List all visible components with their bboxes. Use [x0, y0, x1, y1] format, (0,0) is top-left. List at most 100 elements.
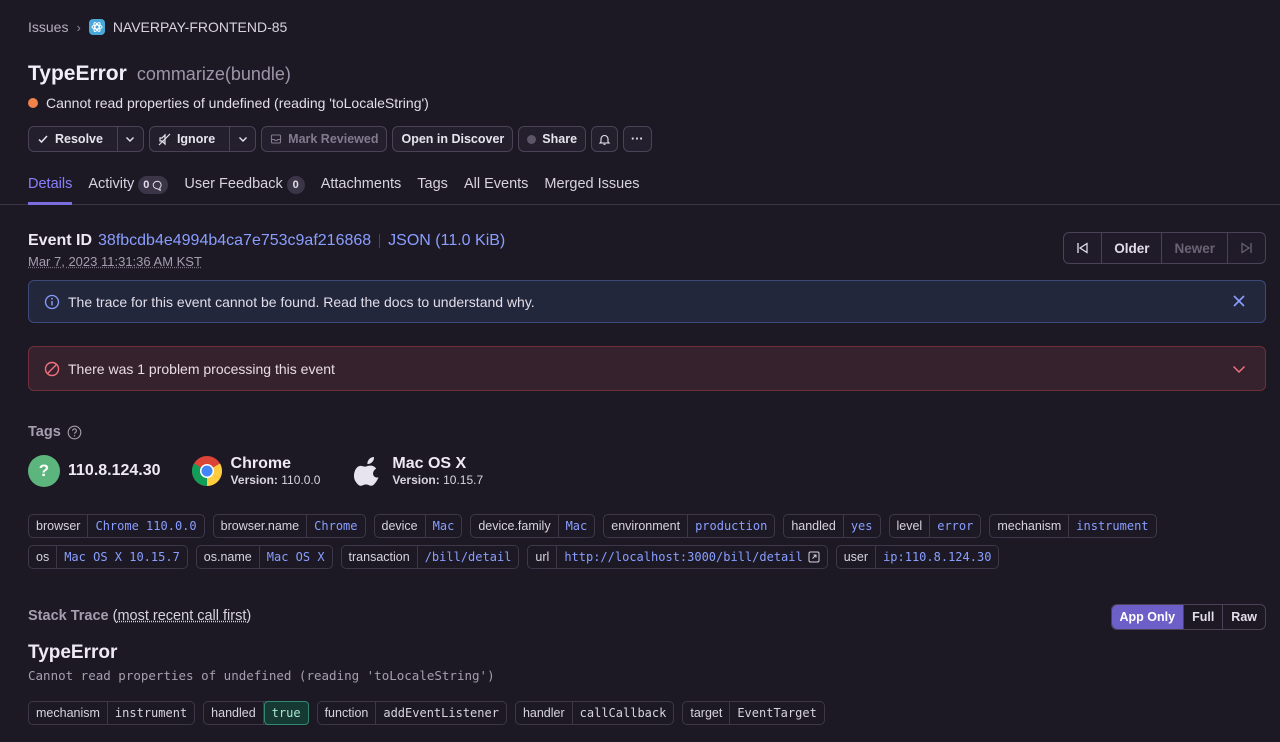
raw-button[interactable]: Raw: [1222, 605, 1265, 629]
tab-user-feedback[interactable]: User Feedback 0: [184, 172, 305, 205]
older-event-button[interactable]: Older: [1101, 233, 1161, 263]
tab-attachments[interactable]: Attachments: [321, 172, 402, 205]
info-icon: [44, 294, 60, 309]
event-json-link[interactable]: JSON (11.0 KiB): [388, 232, 505, 250]
tags-title-text: Tags: [28, 424, 61, 440]
os-summary-text: Mac OS X Version: 10.15.7: [392, 455, 483, 487]
first-event-button[interactable]: [1064, 233, 1101, 263]
chevron-down-icon[interactable]: [1231, 361, 1247, 380]
breadcrumb-issues-link[interactable]: Issues: [28, 19, 68, 35]
issue-title: TypeError commarize(bundle): [28, 62, 291, 86]
processing-error-text: There was 1 problem processing this even…: [68, 360, 335, 377]
tag-mechanism[interactable]: mechanism instrument: [989, 514, 1157, 538]
mute-icon: [158, 133, 171, 145]
share-label: Share: [542, 132, 578, 146]
chrome-icon: [191, 456, 222, 486]
subscribe-button[interactable]: [591, 126, 619, 152]
mark-reviewed-button[interactable]: Mark Reviewed: [261, 126, 388, 152]
inbox-icon: [271, 134, 282, 144]
os-name: Mac OS X: [392, 455, 467, 472]
project-platform-icon: [88, 19, 105, 35]
tag-key: browser: [29, 515, 89, 537]
os-version-line: Version: 10.15.7: [392, 473, 483, 487]
tag-url[interactable]: url http://localhost:3000/bill/detail: [527, 545, 828, 569]
chevron-down-icon: [126, 137, 135, 142]
full-button[interactable]: Full: [1183, 605, 1222, 629]
tag-value: instrument: [114, 706, 188, 720]
more-actions-button[interactable]: ···: [623, 126, 652, 152]
handled-tag[interactable]: handled true: [203, 701, 309, 725]
tag-value: true: [263, 701, 309, 725]
tag-browser-name[interactable]: browser.name Chrome: [212, 514, 366, 538]
tab-details[interactable]: Details: [28, 172, 73, 205]
event-navigation: Older Newer: [1063, 232, 1266, 264]
tab-label: User Feedback: [184, 176, 283, 192]
tag-key: device.family: [471, 515, 559, 537]
latest-event-button[interactable]: [1227, 233, 1265, 263]
tab-tags[interactable]: Tags: [417, 172, 448, 205]
tag-key: environment: [604, 515, 689, 537]
tag-url-value: http://localhost:3000/bill/detail: [557, 546, 826, 568]
tag-key: mechanism: [29, 702, 108, 724]
tag-os[interactable]: os Mac OS X 10.15.7: [28, 545, 188, 569]
trace-info-alert: The trace for this event cannot be found…: [28, 280, 1266, 323]
resolve-dropdown-button[interactable]: [116, 127, 143, 151]
user-summary: ? 110.8.124.30: [28, 455, 161, 487]
unknown-user-icon: ?: [28, 455, 60, 487]
tag-device-family[interactable]: device.family Mac: [470, 514, 596, 538]
tag-key: transaction: [342, 546, 418, 568]
tag-key: handled: [204, 702, 264, 724]
stack-view-toggle: App Only Full Raw: [1110, 604, 1266, 630]
external-link-icon[interactable]: [808, 551, 820, 563]
handler-tag[interactable]: handler callCallback: [514, 701, 675, 725]
help-icon[interactable]: [67, 425, 82, 440]
browser-summary: Chrome Version: 110.0.0: [191, 455, 320, 487]
user-feedback-count-badge: 0: [286, 176, 305, 194]
processing-error-alert[interactable]: There was 1 problem processing this even…: [28, 346, 1266, 391]
stack-order-wrapper: (most recent call first): [112, 608, 252, 624]
tag-handled[interactable]: handled yes: [783, 514, 881, 538]
tag-transaction[interactable]: transaction/bill/detail: [340, 545, 520, 569]
check-icon: [38, 135, 48, 144]
exception-block: TypeError Cannot read properties of unde…: [28, 642, 495, 683]
share-button[interactable]: Share: [518, 126, 587, 152]
tag-value: Mac: [565, 519, 588, 533]
resolve-button[interactable]: Resolve: [29, 127, 111, 151]
issue-header: Issues › NAVERPAY-FRONTEND-85 TypeError …: [0, 0, 1280, 205]
target-tag[interactable]: target EventTarget: [682, 701, 825, 725]
tag-value: yes: [850, 519, 873, 533]
tag-key: function: [318, 702, 377, 724]
close-icon[interactable]: [1231, 293, 1247, 312]
ignore-dropdown-button[interactable]: [229, 127, 255, 151]
activity-count-badge: 0: [138, 176, 169, 194]
more-actions-label: ···: [631, 132, 644, 146]
tag-environment[interactable]: environment production: [603, 514, 776, 538]
open-in-discover-button[interactable]: Open in Discover: [392, 126, 514, 152]
app-only-button[interactable]: App Only: [1111, 605, 1184, 629]
tag-key: handler: [516, 702, 573, 724]
event-header: Event ID 38fbcdb4e4994b4ca7e753c9af21686…: [28, 232, 505, 269]
tag-key: user: [837, 546, 877, 568]
tags-section-title: Tags: [28, 424, 82, 440]
function-tag[interactable]: function addEventListener: [316, 701, 507, 725]
tab-activity[interactable]: Activity 0: [88, 172, 169, 205]
tab-all-events[interactable]: All Events: [464, 172, 528, 205]
os-version: 10.15.7: [443, 473, 484, 487]
tab-merged-issues[interactable]: Merged Issues: [544, 172, 639, 205]
mechanism-tag[interactable]: mechanism instrument: [28, 701, 196, 725]
breadcrumb-project[interactable]: NAVERPAY-FRONTEND-85: [113, 19, 288, 35]
tag-device[interactable]: device Mac: [373, 514, 463, 538]
resolve-button-group: Resolve: [28, 126, 144, 152]
tags-row-2: os Mac OS X 10.15.7 os.name Mac OS X trans…: [28, 545, 1000, 569]
ignore-button[interactable]: Ignore: [150, 127, 223, 151]
newer-event-button[interactable]: Newer: [1161, 233, 1227, 263]
tag-level[interactable]: level error: [888, 514, 982, 538]
tag-os-name[interactable]: os.name Mac OS X: [195, 545, 333, 569]
tag-user[interactable]: user ip:110.8.124.30: [835, 545, 1000, 569]
stack-order-toggle[interactable]: most recent call first: [117, 608, 246, 624]
tag-browser[interactable]: browser Chrome 110.0.0: [28, 514, 205, 538]
tab-label: Merged Issues: [544, 176, 640, 192]
browser-name: Chrome: [230, 455, 291, 472]
stack-trace-title: Stack Trace (most recent call first): [28, 608, 251, 624]
event-id-link[interactable]: 38fbcdb4e4994b4ca7e753c9af216868: [98, 232, 371, 250]
